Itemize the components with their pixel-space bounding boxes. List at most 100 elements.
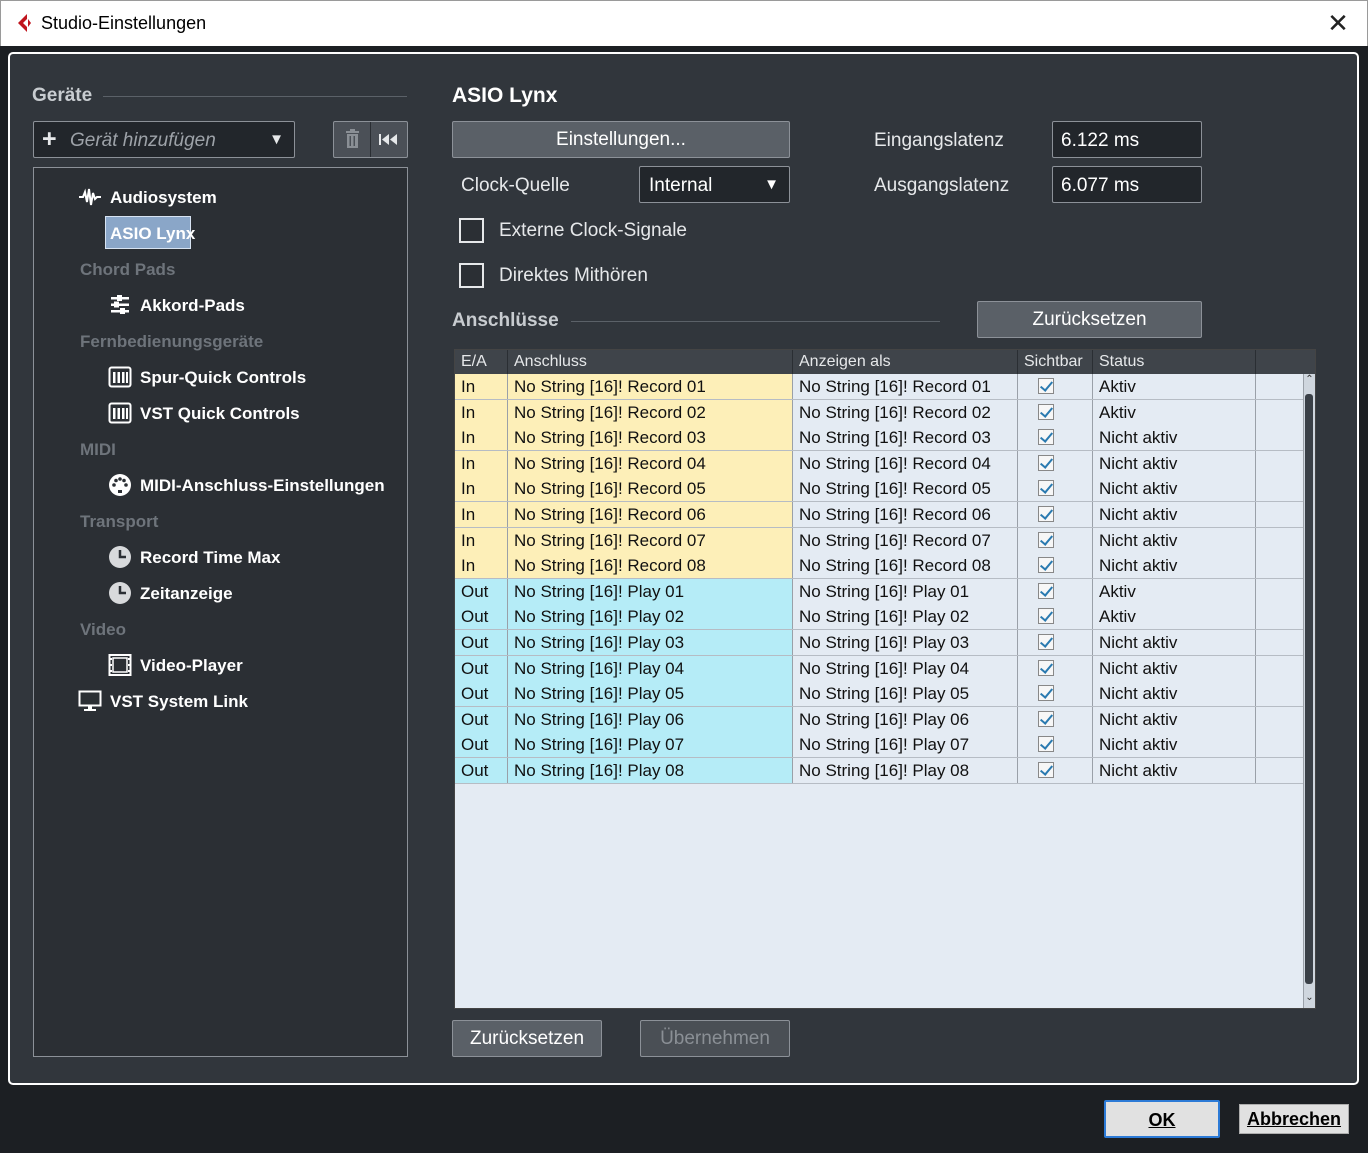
table-scrollbar[interactable]: ⌃ ⌄ [1303,374,1315,1008]
visible-checkbox[interactable] [1038,582,1054,599]
settings-button[interactable]: Einstellungen... [452,121,790,158]
device-tools [333,121,408,158]
visible-checkbox[interactable] [1038,710,1054,727]
cancel-button[interactable]: Abbrechen [1239,1104,1349,1134]
visible-checkbox[interactable] [1038,454,1054,471]
tree-item-asio-lynx[interactable]: ASIO Lynx [110,224,195,244]
visible-checkbox[interactable] [1038,531,1054,548]
cell-display-as: No String [16]! Play 04 [793,655,1018,681]
tree-item-spur-quick-controls[interactable]: Spur-Quick Controls [140,368,306,388]
close-icon[interactable]: ✕ [1323,9,1353,39]
output-latency-field: 6.077 ms [1052,166,1202,203]
visible-checkbox[interactable] [1038,403,1054,420]
table-row[interactable]: Out No String [16]! Play 04 No String [16]… [455,655,1315,682]
cell-status: Nicht aktiv [1093,476,1256,502]
cell-io: In [455,527,508,553]
cell-display-as: No String [16]! Record 06 [793,502,1018,527]
scroll-up-icon[interactable]: ⌃ [1304,374,1315,390]
table-row[interactable]: In No String [16]! Record 05 No String [16… [455,476,1315,502]
rewind-icon [379,134,397,145]
table-row[interactable]: Out No String [16]! Play 03 No String [16]… [455,630,1315,656]
table-row[interactable]: In No String [16]! Record 02 No String [16… [455,399,1315,426]
cell-io: Out [455,655,508,681]
table-row[interactable]: In No String [16]! Record 03 No String [16… [455,425,1315,451]
cell-status: Nicht aktiv [1093,425,1256,451]
cell-status: Nicht aktiv [1093,450,1256,476]
cell-status: Nicht aktiv [1093,553,1256,579]
tree-item-audiosystem[interactable]: Audiosystem [110,188,217,208]
table-row[interactable]: Out No String [16]! Play 07 No String [16]… [455,732,1315,758]
clock-source-value: Internal [649,175,713,196]
table-row[interactable]: Out No String [16]! Play 01 No String [16]… [455,578,1315,605]
column-header-port[interactable]: Anschluss [508,350,793,374]
add-device-dropdown[interactable]: + Gerät hinzufügen ▼ [33,121,295,158]
clock-source-dropdown[interactable]: Internal ▼ [639,166,790,203]
cell-visible [1018,374,1093,399]
external-clock-checkbox[interactable] [459,218,484,243]
table-row[interactable]: In No String [16]! Record 07 No String [16… [455,527,1315,554]
add-device-label: Gerät hinzufügen [70,130,216,151]
direct-monitoring-checkbox[interactable] [459,263,484,288]
input-latency-field: 6.122 ms [1052,121,1202,158]
table-row[interactable]: Out No String [16]! Play 08 No String [16]… [455,758,1315,784]
table-row[interactable]: In No String [16]! Record 01 No String [16… [455,374,1315,400]
waveform-icon [79,188,101,206]
cell-status: Nicht aktiv [1093,630,1256,655]
cell-display-as: No String [16]! Play 02 [793,604,1018,630]
dropdown-arrow-icon: ▼ [764,176,779,193]
cell-io: Out [455,758,508,783]
chord-pads-icon [111,295,129,314]
cell-io: In [455,450,508,476]
tree-item-midi-port-settings[interactable]: MIDI-Anschluss-Einstellungen [140,476,385,496]
column-header-display-as[interactable]: Anzeigen als [793,350,1018,374]
cell-io: Out [455,732,508,758]
visible-checkbox[interactable] [1038,736,1054,753]
visible-checkbox[interactable] [1038,634,1054,650]
visible-checkbox[interactable] [1038,480,1054,497]
table-row[interactable]: Out No String [16]! Play 06 No String [16]… [455,706,1315,733]
table-row[interactable]: Out No String [16]! Play 02 No String [16]… [455,604,1315,630]
visible-checkbox[interactable] [1038,659,1054,676]
apply-button[interactable]: Übernehmen [640,1020,790,1057]
monitor-icon [78,690,102,711]
table-row[interactable]: In No String [16]! Record 04 No String [16… [455,450,1315,477]
tree-item-record-time-max[interactable]: Record Time Max [140,548,280,568]
tree-category-transport: Transport [80,512,159,531]
visible-checkbox[interactable] [1038,685,1054,702]
table-row[interactable]: In No String [16]! Record 08 No String [16… [455,553,1315,579]
scrollbar-thumb[interactable] [1305,394,1313,984]
column-header-io[interactable]: E/A [455,350,508,374]
clock-icon [109,546,131,568]
scroll-down-icon[interactable]: ⌄ [1304,992,1315,1008]
reset-device-button[interactable] [371,122,407,157]
cell-port: No String [16]! Record 08 [508,553,793,579]
tree-item-zeitanzeige[interactable]: Zeitanzeige [140,584,233,604]
cell-visible [1018,553,1093,579]
visible-checkbox[interactable] [1038,378,1054,394]
table-row[interactable]: In No String [16]! Record 06 No String [16… [455,502,1315,528]
delete-device-button[interactable] [334,122,371,157]
visible-checkbox[interactable] [1038,608,1054,625]
ports-title: Anschlüsse [452,310,559,331]
cell-status: Nicht aktiv [1093,732,1256,758]
tree-item-video-player[interactable]: Video-Player [140,656,243,676]
cell-visible [1018,450,1093,476]
tree-item-vst-quick-controls[interactable]: VST Quick Controls [140,404,300,424]
reset-ports-button[interactable]: Zurücksetzen [977,301,1202,338]
column-header-status[interactable]: Status [1093,350,1256,374]
reset-button[interactable]: Zurücksetzen [452,1020,602,1057]
cell-visible [1018,630,1093,655]
visible-checkbox[interactable] [1038,762,1054,778]
window-title: Studio-Einstellungen [41,13,207,33]
ok-button[interactable]: OK [1104,1100,1220,1138]
visible-checkbox[interactable] [1038,557,1054,574]
external-clock-label: Externe Clock-Signale [499,220,687,241]
visible-checkbox[interactable] [1038,429,1054,446]
cell-port: No String [16]! Record 05 [508,476,793,502]
visible-checkbox[interactable] [1038,506,1054,522]
column-header-visible[interactable]: Sichtbar [1018,350,1093,374]
tree-item-vst-system-link[interactable]: VST System Link [110,692,248,712]
table-row[interactable]: Out No String [16]! Play 05 No String [16]… [455,681,1315,707]
cell-io: In [455,502,508,527]
tree-item-akkord-pads[interactable]: Akkord-Pads [140,296,245,316]
